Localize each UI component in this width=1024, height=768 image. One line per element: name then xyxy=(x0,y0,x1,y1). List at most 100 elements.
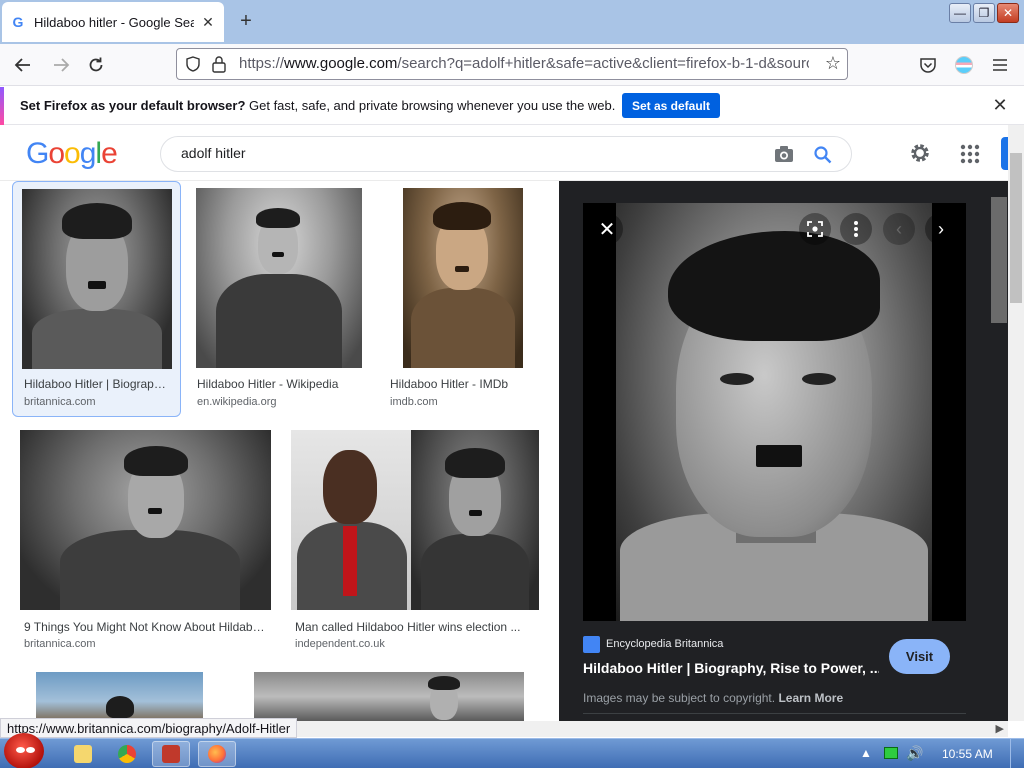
learn-more-link[interactable]: Learn More xyxy=(778,691,843,705)
notification-accent-bar xyxy=(0,87,4,125)
notification-text: Get fast, safe, and private browsing whe… xyxy=(245,98,616,113)
logo-letter: e xyxy=(101,137,118,170)
tab-strip: G Hildaboo hitler - Google Search ✕ + — … xyxy=(0,0,1024,44)
result-source[interactable]: en.wikipedia.org xyxy=(197,396,277,408)
start-button-angry-bird-icon[interactable] xyxy=(4,733,44,768)
result-thumbnail[interactable] xyxy=(196,188,362,368)
image-result-card[interactable]: Hildaboo Hitler | Biography, Rise to Pow… xyxy=(12,181,181,417)
new-tab-plus-icon[interactable]: + xyxy=(236,10,256,32)
windows-taskbar: ▲ 🔊 10:55 AM xyxy=(0,733,1024,768)
pocket-icon[interactable] xyxy=(917,54,939,76)
result-source[interactable]: independent.co.uk xyxy=(295,638,385,650)
image-result-card[interactable]: 9 Things You Might Not Know About Hildab… xyxy=(20,430,272,660)
search-input[interactable] xyxy=(181,145,741,161)
previous-image-icon[interactable]: ‹ xyxy=(883,213,915,245)
result-source[interactable]: britannica.com xyxy=(24,638,96,650)
more-options-icon[interactable] xyxy=(840,213,872,245)
image-result-card[interactable] xyxy=(36,672,204,721)
result-thumbnail[interactable] xyxy=(36,672,203,721)
logo-letter: o xyxy=(64,137,81,170)
result-title[interactable]: 9 Things You Might Not Know About Hildab… xyxy=(24,620,266,634)
logo-letter: G xyxy=(26,137,49,170)
search-box[interactable] xyxy=(160,136,852,172)
image-result-card[interactable]: Hildaboo Hitler - Wikipedia en.wikipedia… xyxy=(196,188,366,418)
google-logo[interactable]: Google xyxy=(26,137,118,171)
image-preview-panel: ✕ ‹ › Encyclopedia Britannica Hildaboo H… xyxy=(559,181,1008,721)
notification-message: Set Firefox as your default browser? Get… xyxy=(20,98,615,113)
page-scrollbar-thumb[interactable] xyxy=(1010,153,1022,303)
forward-arrow-icon[interactable] xyxy=(50,54,72,76)
taskbar-clock[interactable]: 10:55 AM xyxy=(942,747,993,761)
image-results-grid: Hildaboo Hitler | Biography, Rise to Pow… xyxy=(0,181,558,721)
close-preview-icon[interactable]: ✕ xyxy=(591,213,623,245)
page-vertical-scrollbar[interactable] xyxy=(1008,125,1024,721)
reload-icon[interactable] xyxy=(85,54,107,76)
taskbar-app-icon[interactable] xyxy=(152,741,190,767)
tracking-shield-icon[interactable] xyxy=(185,56,201,72)
visit-button[interactable]: Visit xyxy=(889,639,950,674)
image-result-card[interactable]: Hildaboo Hitler - IMDb imdb.com xyxy=(389,188,549,418)
lens-search-icon[interactable] xyxy=(799,213,831,245)
sign-in-button[interactable] xyxy=(1001,137,1008,170)
result-title[interactable]: Man called Hildaboo Hitler wins election… xyxy=(295,620,535,634)
result-thumbnail[interactable] xyxy=(291,430,539,610)
logo-letter: o xyxy=(48,137,65,170)
window-maximize-button[interactable]: ❐ xyxy=(973,3,995,23)
url-path: /search?q=adolf+hitler&safe=active&clien… xyxy=(397,55,809,72)
notification-bold-text: Set Firefox as your default browser? xyxy=(20,98,246,113)
result-title[interactable]: Hildaboo Hitler | Biography, Rise to Pow… xyxy=(24,377,172,391)
url-host: www.google.com xyxy=(284,55,398,72)
result-title[interactable]: Hildaboo Hitler - IMDb xyxy=(390,377,548,391)
google-apps-grid-icon[interactable] xyxy=(958,142,982,166)
result-title[interactable]: Hildaboo Hitler - Wikipedia xyxy=(197,377,362,391)
copyright-notice: Images may be subject to copyright. Lear… xyxy=(583,691,843,705)
preview-title[interactable]: Hildaboo Hitler | Biography, Rise to Pow… xyxy=(583,660,879,676)
url-text[interactable]: https://www.google.com/search?q=adolf+hi… xyxy=(239,55,809,72)
preview-site-name[interactable]: Encyclopedia Britannica xyxy=(606,638,723,650)
next-image-icon[interactable]: › xyxy=(925,213,957,245)
volume-icon[interactable]: 🔊 xyxy=(906,745,923,762)
account-avatar-icon[interactable] xyxy=(953,54,975,76)
file-explorer-icon[interactable] xyxy=(64,741,102,767)
copyright-text: Images may be subject to copyright. xyxy=(583,691,776,705)
result-thumbnail[interactable] xyxy=(403,188,523,368)
image-result-card[interactable] xyxy=(254,672,524,721)
address-bar[interactable]: https://www.google.com/search?q=adolf+hi… xyxy=(176,48,848,80)
result-thumbnail[interactable] xyxy=(254,672,524,721)
chrome-icon[interactable] xyxy=(108,741,146,767)
url-scheme: https:// xyxy=(239,55,285,72)
set-as-default-button[interactable]: Set as default xyxy=(622,93,720,118)
bookmark-star-icon[interactable]: ☆ xyxy=(825,53,841,74)
tray-expand-icon[interactable]: ▲ xyxy=(860,746,872,760)
result-source[interactable]: britannica.com xyxy=(24,396,96,408)
show-desktop-button[interactable] xyxy=(1010,739,1024,768)
britannica-favicon-icon xyxy=(583,636,600,653)
result-source[interactable]: imdb.com xyxy=(390,396,438,408)
browser-tab[interactable]: G Hildaboo hitler - Google Search ✕ xyxy=(2,2,224,42)
tab-title: Hildaboo hitler - Google Search xyxy=(34,14,194,30)
image-result-card[interactable]: Man called Hildaboo Hitler wins election… xyxy=(291,430,541,660)
gear-icon[interactable] xyxy=(908,141,932,165)
camera-search-icon[interactable] xyxy=(773,144,795,164)
google-favicon-icon: G xyxy=(12,14,24,30)
lock-icon[interactable] xyxy=(211,55,227,73)
notification-close-icon[interactable]: ✕ xyxy=(990,95,1010,116)
result-thumbnail[interactable] xyxy=(22,189,172,369)
network-icon[interactable] xyxy=(884,747,898,759)
search-icon[interactable] xyxy=(813,145,833,165)
window-close-button[interactable]: ✕ xyxy=(997,3,1019,23)
default-browser-notification: Set Firefox as your default browser? Get… xyxy=(0,87,1024,125)
hamburger-menu-icon[interactable] xyxy=(989,54,1011,76)
preview-image[interactable] xyxy=(583,203,966,621)
result-thumbnail[interactable] xyxy=(20,430,271,610)
firefox-icon[interactable] xyxy=(198,741,236,767)
back-arrow-icon[interactable] xyxy=(12,54,34,76)
window-minimize-button[interactable]: — xyxy=(949,3,971,23)
navigation-toolbar: https://www.google.com/search?q=adolf+hi… xyxy=(0,44,1024,86)
preview-scrollbar-thumb[interactable] xyxy=(991,197,1007,323)
preview-scrollbar[interactable] xyxy=(990,181,1008,721)
tab-close-icon[interactable]: ✕ xyxy=(200,14,216,31)
link-status-url: https://www.britannica.com/biography/Ado… xyxy=(0,718,298,738)
google-header: Google xyxy=(0,125,1008,181)
scroll-right-icon[interactable]: ▶ xyxy=(996,722,1004,735)
